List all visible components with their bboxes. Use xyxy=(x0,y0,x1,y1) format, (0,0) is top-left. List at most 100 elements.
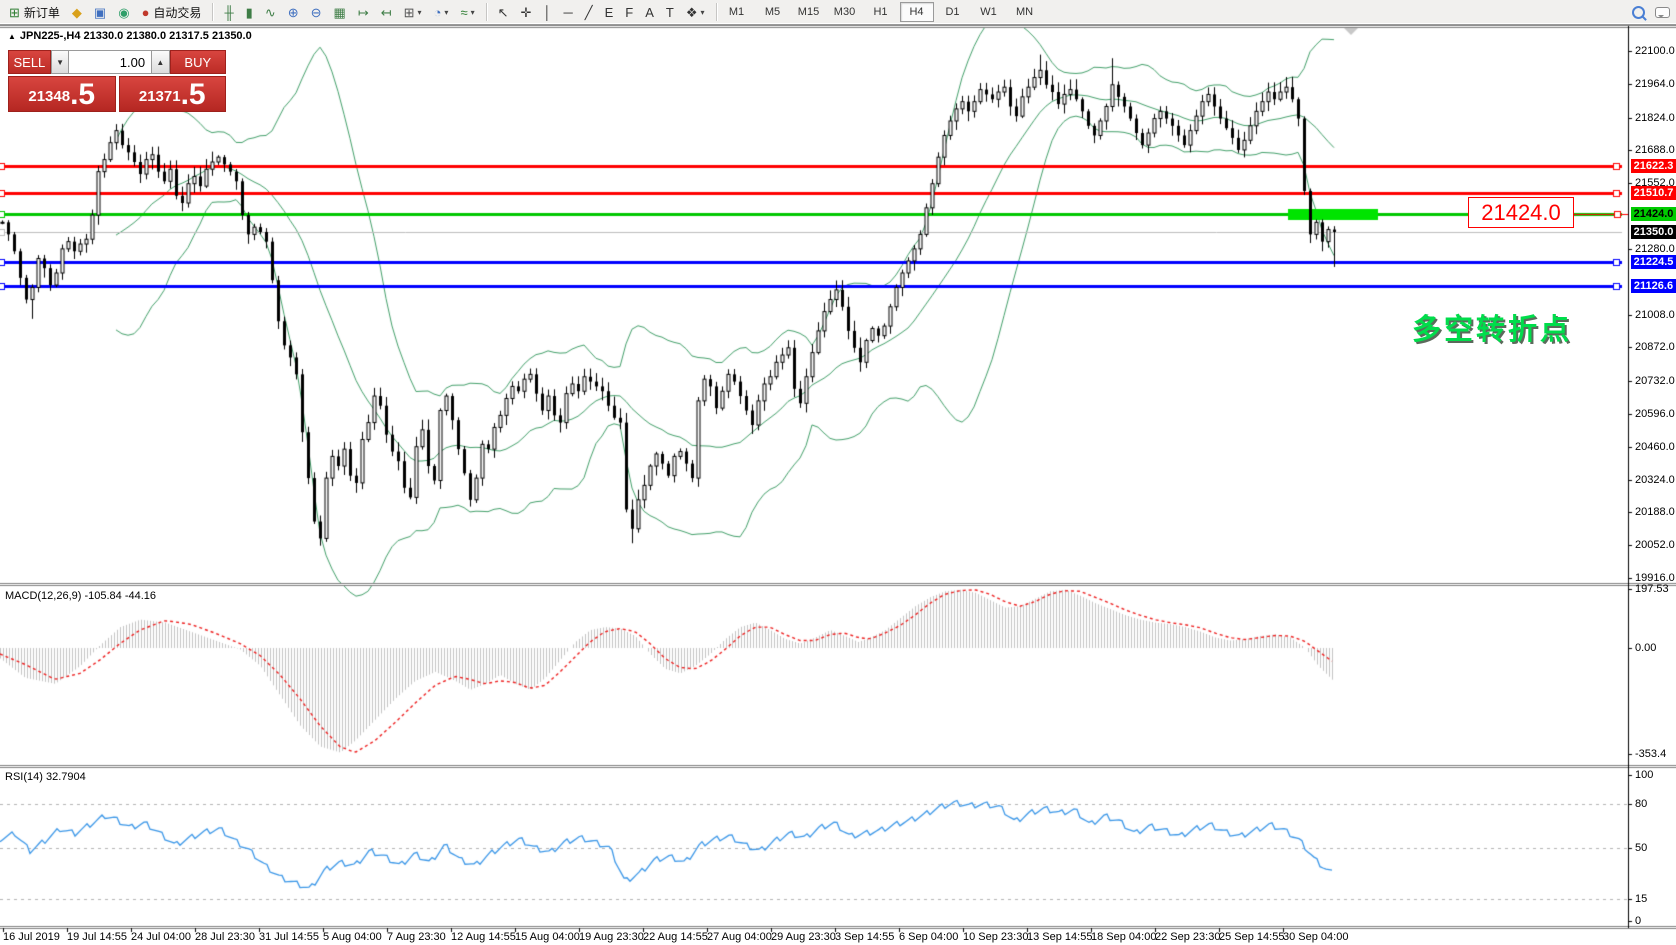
chat-icon[interactable] xyxy=(1655,7,1670,18)
toolbar-group: ↖ ✛ │ ─ ╱ EFAT ❖▾ xyxy=(489,0,714,24)
collapse-arrow-icon[interactable]: ▲ xyxy=(8,32,16,41)
bar-chart-style-button[interactable]: ╫ xyxy=(219,1,238,23)
price-axis-tick-label: 22100.0 xyxy=(1635,45,1676,57)
timeframe-m15-button[interactable]: M15 xyxy=(792,2,826,22)
text-label-icon: T xyxy=(666,6,674,19)
time-axis-label: 5 Aug 04:00 xyxy=(323,931,382,943)
time-axis-label: 24 Jul 04:00 xyxy=(131,931,191,943)
chart-shift-button[interactable]: ↤ xyxy=(376,1,397,23)
new-order-icon: ⊞ xyxy=(9,6,20,19)
candle-chart-style-button[interactable]: ▮ xyxy=(241,1,258,23)
timeframe-mn-button[interactable]: MN xyxy=(1008,2,1042,22)
toolbar-separator xyxy=(486,3,487,21)
timeframe-w1-button[interactable]: W1 xyxy=(972,2,1006,22)
price-axis-tick-label: 20460.0 xyxy=(1635,441,1676,453)
trendline-button[interactable]: ╱ xyxy=(580,1,598,23)
horizontal-line-icon: ─ xyxy=(564,6,573,19)
chart-window-button[interactable]: ▣ xyxy=(89,1,111,23)
autotrading-button[interactable]: ●自动交易 xyxy=(137,1,207,23)
candle-chart-style-icon: ▮ xyxy=(246,6,253,19)
crosshair-icon: ✛ xyxy=(521,6,532,19)
line-chart-style-button[interactable]: ∿ xyxy=(260,1,281,23)
buy-price-main: 21371 xyxy=(139,85,181,109)
timeframe-m30-button[interactable]: M30 xyxy=(828,2,862,22)
trendline-icon: ╱ xyxy=(585,6,593,19)
time-axis-label: 13 Sep 14:55 xyxy=(1027,931,1092,943)
tile-windows-button[interactable]: ▦ xyxy=(329,1,351,23)
mt4-window: ⊞新订单◆▣◉●自动交易╫▮∿⊕⊖▦↦↤⊞▾◔▾≈▾↖✛│─╱EFAT❖▾ M1… xyxy=(0,0,1676,945)
timeframe-m1-button[interactable]: M1 xyxy=(720,2,754,22)
cursor-button[interactable]: ↖ xyxy=(493,1,514,23)
buy-price-box[interactable]: 21371 .5 xyxy=(119,76,227,112)
price-callout-label[interactable]: 21424.0 xyxy=(1468,197,1574,228)
new-chart-icon: ⊞ xyxy=(404,6,415,19)
horizontal-line-button[interactable]: ─ xyxy=(559,1,578,23)
search-icon[interactable] xyxy=(1632,6,1645,19)
autotrading-label: 自动交易 xyxy=(153,4,201,21)
rsi-axis-label: 0 xyxy=(1635,915,1676,927)
rsi-axis-label: 80 xyxy=(1635,798,1676,810)
buy-button[interactable]: BUY xyxy=(170,50,226,74)
price-axis-tick-label: 21824.0 xyxy=(1635,112,1676,124)
timeframe-d1-button[interactable]: D1 xyxy=(936,2,970,22)
volume-increase-button[interactable]: ▲ xyxy=(151,50,170,74)
autotrading-icon: ● xyxy=(142,6,150,19)
equidistant-channel-button[interactable]: E xyxy=(600,1,619,23)
toolbar-separator xyxy=(212,3,213,21)
volume-input[interactable]: 1.00 xyxy=(69,50,151,74)
signals-button[interactable]: ◉ xyxy=(113,1,134,23)
crosshair-button[interactable]: ✛ xyxy=(516,1,537,23)
volume-decrease-button[interactable]: ▼ xyxy=(51,50,70,74)
arrows-dropdown-icon[interactable]: ▾ xyxy=(700,8,704,17)
indicators-dropdown-icon[interactable]: ▾ xyxy=(471,8,475,17)
fibonacci-icon: F xyxy=(625,6,633,19)
price-axis-tick-label: 20052.0 xyxy=(1635,539,1676,551)
timeframe-h1-button[interactable]: H1 xyxy=(864,2,898,22)
zoom-in-icon: ⊕ xyxy=(288,6,299,19)
sell-price-box[interactable]: 21348 .5 xyxy=(8,76,116,112)
text-icon: A xyxy=(645,6,654,19)
new-chart-button[interactable]: ⊞▾ xyxy=(399,1,427,23)
new-chart-dropdown-icon[interactable]: ▾ xyxy=(418,8,422,17)
fibonacci-button[interactable]: F xyxy=(620,1,638,23)
line-chart-style-icon: ∿ xyxy=(265,6,276,19)
periods-dropdown-icon[interactable]: ▾ xyxy=(444,8,448,17)
sell-button[interactable]: SELL xyxy=(8,50,51,74)
price-axis-tick-label: 21280.0 xyxy=(1635,243,1676,255)
price-axis-tick-label: 21964.0 xyxy=(1635,78,1676,90)
price-axis-tick-label: 21688.0 xyxy=(1635,144,1676,156)
toolbar-separator xyxy=(716,3,717,21)
time-axis-label: 30 Sep 04:00 xyxy=(1283,931,1348,943)
price-tag-21424.0: 21424.0 xyxy=(1631,207,1676,221)
price-tag-21224.5: 21224.5 xyxy=(1631,255,1676,269)
periods-button[interactable]: ◔▾ xyxy=(429,1,454,23)
toolbar-group: ╫▮∿⊕⊖▦↦↤⊞▾◔▾≈▾ xyxy=(215,0,483,24)
new-order-label: 新订单 xyxy=(24,4,60,21)
time-axis-label: 27 Aug 04:00 xyxy=(707,931,772,943)
new-order-button[interactable]: ⊞ 新订单 xyxy=(4,1,65,23)
signals-icon: ◉ xyxy=(118,6,129,19)
indicators-button[interactable]: ≈▾ xyxy=(455,1,479,23)
auto-scroll-icon: ↦ xyxy=(358,6,369,19)
periods-icon: ◔ xyxy=(434,6,442,19)
time-axis-label: 19 Aug 23:30 xyxy=(579,931,644,943)
market-watch-button[interactable]: ◆ xyxy=(67,1,87,23)
auto-scroll-button[interactable]: ↦ xyxy=(353,1,374,23)
buy-price-decimal: .5 xyxy=(181,81,206,109)
text-label-button[interactable]: T xyxy=(661,1,679,23)
time-axis-label: 12 Aug 14:55 xyxy=(451,931,516,943)
time-axis-label: 25 Sep 14:55 xyxy=(1219,931,1284,943)
price-chart-canvas[interactable] xyxy=(0,0,1676,945)
time-axis-label: 10 Sep 23:30 xyxy=(963,931,1028,943)
zoom-in-button[interactable]: ⊕ xyxy=(283,1,304,23)
zoom-out-button[interactable]: ⊖ xyxy=(306,1,327,23)
time-axis-label: 3 Sep 14:55 xyxy=(835,931,894,943)
macd-label: MACD(12,26,9) -105.84 -44.16 xyxy=(5,590,156,602)
text-button[interactable]: A xyxy=(640,1,659,23)
indicators-icon: ≈ xyxy=(460,6,467,19)
toolbar: ⊞新订单◆▣◉●自动交易╫▮∿⊕⊖▦↦↤⊞▾◔▾≈▾↖✛│─╱EFAT❖▾ M1… xyxy=(0,0,1676,25)
arrows-button[interactable]: ❖▾ xyxy=(681,1,710,23)
timeframe-h4-button[interactable]: H4 xyxy=(900,2,934,22)
vertical-line-button[interactable]: │ xyxy=(538,1,556,23)
timeframe-m5-button[interactable]: M5 xyxy=(756,2,790,22)
